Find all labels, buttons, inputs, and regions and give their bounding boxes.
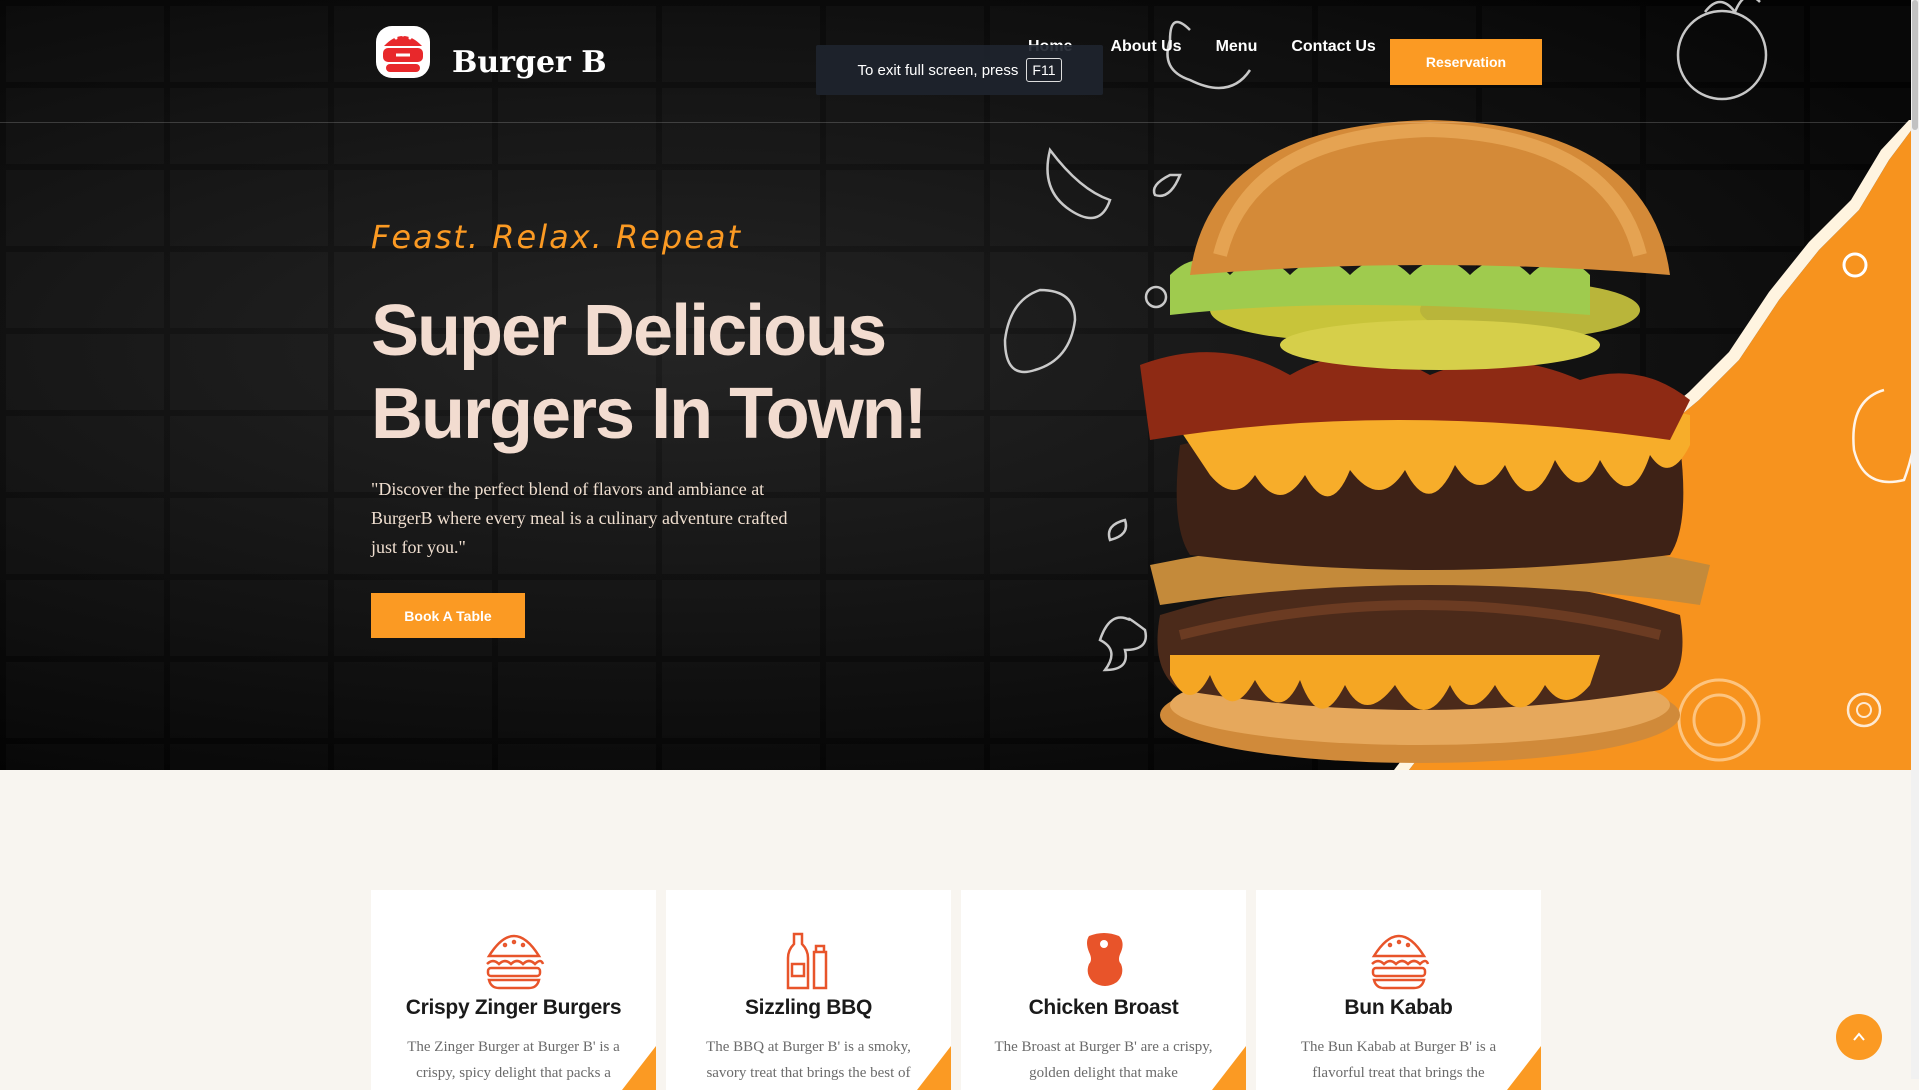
card-description: The BBQ at Burger B' is a smoky, savory …	[706, 1039, 911, 1081]
card-title: Bun Kabab	[1344, 996, 1453, 1019]
chevron-up-icon	[1853, 1032, 1865, 1041]
burger-icon	[1370, 934, 1429, 990]
card-title: Sizzling BBQ	[744, 996, 873, 1019]
scroll-to-top-button[interactable]	[1836, 1014, 1882, 1060]
hero-description: "Discover the perfect blend of flavors a…	[371, 479, 788, 557]
nav-contact-us[interactable]: Contact Us	[1291, 38, 1375, 56]
card-description: The Bun Kabab at Burger B' is a flavorfu…	[1300, 1039, 1497, 1081]
logo-icon	[376, 26, 430, 78]
hero-headline-line2: Burgers In Town!	[371, 374, 928, 454]
brand-logo[interactable]: Burger B	[372, 20, 607, 82]
burger-hero-image	[1140, 120, 1710, 763]
card-corner-accent	[622, 1046, 656, 1090]
book-table-button[interactable]: Book A Table	[371, 593, 525, 638]
card-title: Crispy Zinger Burgers	[405, 996, 622, 1019]
brand-name: Burger B	[452, 44, 607, 80]
service-cards: Crispy Zinger Burgers The Zinger Burger …	[371, 890, 1541, 1090]
card-corner-accent	[1212, 1046, 1246, 1090]
nav-menu[interactable]: Menu	[1216, 38, 1258, 56]
hero-tagline: Feast. Relax. Repeat	[371, 218, 743, 256]
fullscreen-notice: To exit full screen, press F11	[816, 45, 1103, 95]
header-divider	[0, 122, 1919, 123]
fullscreen-notice-text: To exit full screen, press	[857, 61, 1019, 79]
page-scrollbar[interactable]	[1911, 0, 1919, 1079]
card-bun-kabab[interactable]: Bun Kabab The Bun Kabab at Burger B' is …	[1256, 890, 1541, 1090]
hero-headline-line1: Super Delicious	[371, 291, 887, 371]
card-corner-accent	[917, 1046, 951, 1090]
card-title: Chicken Broast	[1028, 996, 1179, 1019]
card-sizzling-bbq[interactable]: Sizzling BBQ The BBQ at Burger B' is a s…	[666, 890, 951, 1090]
nav-about-us[interactable]: About Us	[1110, 38, 1181, 56]
card-crispy-zinger[interactable]: Crispy Zinger Burgers The Zinger Burger …	[371, 890, 656, 1090]
card-description: The Zinger Burger at Burger B' is a cris…	[407, 1039, 620, 1081]
card-description: The Broast at Burger B' are a crispy, go…	[994, 1039, 1213, 1081]
card-corner-accent	[1507, 1046, 1541, 1090]
hero-section: Burger B To exit full screen, press F11 …	[0, 0, 1919, 770]
bbq-bottles-icon	[786, 932, 827, 990]
fullscreen-key: F11	[1026, 58, 1062, 82]
hero-headline: Super Delicious Burgers In Town!	[371, 290, 928, 456]
reservation-button[interactable]: Reservation	[1390, 39, 1542, 85]
scrollbar-thumb[interactable]	[1912, 0, 1918, 130]
burger-icon	[485, 934, 544, 990]
card-chicken-broast[interactable]: Chicken Broast The Broast at Burger B' a…	[961, 890, 1246, 1090]
chicken-icon	[1086, 933, 1123, 986]
